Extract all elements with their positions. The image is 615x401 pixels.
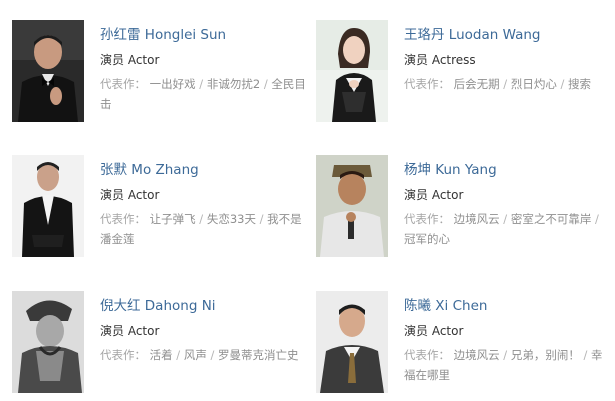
xi-chen-photo[interactable] [316, 291, 388, 393]
honglei-sun-works: 代表作： 一出好戏 / 非诚勿扰2 / 全民目击 [100, 74, 308, 114]
cast-card-dahong-ni: 倪大红 Dahong Ni 演员 Actor 代表作： 活着 / 风声 / 罗曼… [12, 291, 312, 401]
separator: / [499, 348, 511, 362]
cast-card-luodan-wang: 王珞丹 Luodan Wang 演员 Actress 代表作： 后会无期 / 烈… [316, 20, 615, 130]
mo-zhang-info: 张默 Mo Zhang 演员 Actor 代表作： 让子弹飞 / 失恋33天 /… [100, 161, 308, 249]
cast-card-honglei-sun: 孙红雷 Honglei Sun 演员 Actor 代表作： 一出好戏 / 非诚勿… [12, 20, 312, 130]
honglei-sun-role: 演员 Actor [100, 53, 160, 67]
dahong-ni-works: 代表作： 活着 / 风声 / 罗曼蒂克消亡史 [100, 345, 308, 365]
separator: / [195, 212, 207, 226]
work-link[interactable]: 冠军的心 [404, 232, 450, 246]
luodan-wang-works: 代表作： 后会无期 / 烈日灼心 / 搜索 [404, 74, 612, 94]
luodan-wang-info: 王珞丹 Luodan Wang 演员 Actress 代表作： 后会无期 / 烈… [404, 26, 612, 94]
dahong-ni-role: 演员 Actor [100, 324, 160, 338]
kun-yang-photo[interactable] [316, 155, 388, 257]
separator: / [206, 348, 219, 362]
work-link[interactable]: 后会无期 [454, 77, 500, 91]
mo-zhang-works: 代表作： 让子弹飞 / 失恋33天 / 我不是潘金莲 [100, 209, 308, 249]
mo-zhang-name-link[interactable]: 张默 Mo Zhang [100, 161, 308, 179]
honglei-sun-photo[interactable] [12, 20, 84, 122]
cast-card-mo-zhang: 张默 Mo Zhang 演员 Actor 代表作： 让子弹飞 / 失恋33天 /… [12, 155, 312, 265]
separator: / [260, 77, 272, 91]
xi-chen-name-link[interactable]: 陈曦 Xi Chen [404, 297, 612, 315]
kun-yang-role: 演员 Actor [404, 188, 464, 202]
work-link[interactable]: 烈日灼心 [511, 77, 557, 91]
separator: / [172, 348, 184, 362]
separator: / [499, 212, 511, 226]
honglei-sun-info: 孙红雷 Honglei Sun 演员 Actor 代表作： 一出好戏 / 非诚勿… [100, 26, 308, 114]
separator: / [579, 348, 592, 362]
kun-yang-works: 代表作： 边境风云 / 密室之不可靠岸 / 冠军的心 [404, 209, 612, 249]
luodan-wang-role: 演员 Actress [404, 53, 476, 67]
separator: / [556, 77, 569, 91]
dahong-ni-info: 倪大红 Dahong Ni 演员 Actor 代表作： 活着 / 风声 / 罗曼… [100, 297, 308, 365]
kun-yang-name-link[interactable]: 杨坤 Kun Yang [404, 161, 612, 179]
separator: / [195, 77, 207, 91]
works-label: 代表作： [404, 77, 450, 91]
luodan-wang-photo[interactable] [316, 20, 388, 122]
work-link[interactable]: 风声 [184, 348, 207, 362]
xi-chen-info: 陈曦 Xi Chen 演员 Actor 代表作： 边境风云 / 兄弟，别闹！ /… [404, 297, 612, 385]
cast-card-xi-chen: 陈曦 Xi Chen 演员 Actor 代表作： 边境风云 / 兄弟，别闹！ /… [316, 291, 615, 401]
work-link[interactable]: 边境风云 [454, 348, 500, 362]
dahong-ni-photo[interactable] [12, 291, 84, 393]
xi-chen-works: 代表作： 边境风云 / 兄弟，别闹！ / 幸福在哪里 [404, 345, 612, 385]
work-link[interactable]: 密室之不可靠岸 [511, 212, 592, 226]
work-link[interactable]: 非诚勿扰2 [207, 77, 260, 91]
work-link[interactable]: 搜索 [568, 77, 591, 91]
work-link[interactable]: 边境风云 [454, 212, 500, 226]
works-label: 代表作： [100, 212, 146, 226]
separator: / [499, 77, 511, 91]
separator: / [255, 212, 268, 226]
separator: / [591, 212, 599, 226]
works-label: 代表作： [100, 77, 146, 91]
kun-yang-info: 杨坤 Kun Yang 演员 Actor 代表作： 边境风云 / 密室之不可靠岸… [404, 161, 612, 249]
mo-zhang-role: 演员 Actor [100, 188, 160, 202]
work-link[interactable]: 让子弹飞 [150, 212, 196, 226]
work-link[interactable]: 失恋33天 [207, 212, 256, 226]
xi-chen-role: 演员 Actor [404, 324, 464, 338]
mo-zhang-photo[interactable] [12, 155, 84, 257]
luodan-wang-name-link[interactable]: 王珞丹 Luodan Wang [404, 26, 612, 44]
cast-card-kun-yang: 杨坤 Kun Yang 演员 Actor 代表作： 边境风云 / 密室之不可靠岸… [316, 155, 615, 265]
dahong-ni-name-link[interactable]: 倪大红 Dahong Ni [100, 297, 308, 315]
honglei-sun-name-link[interactable]: 孙红雷 Honglei Sun [100, 26, 308, 44]
work-link[interactable]: 一出好戏 [150, 77, 196, 91]
works-label: 代表作： [404, 212, 450, 226]
work-link[interactable]: 罗曼蒂克消亡史 [218, 348, 299, 362]
works-label: 代表作： [404, 348, 450, 362]
work-link[interactable]: 活着 [150, 348, 173, 362]
work-link[interactable]: 兄弟，别闹！ [511, 348, 580, 362]
works-label: 代表作： [100, 348, 146, 362]
